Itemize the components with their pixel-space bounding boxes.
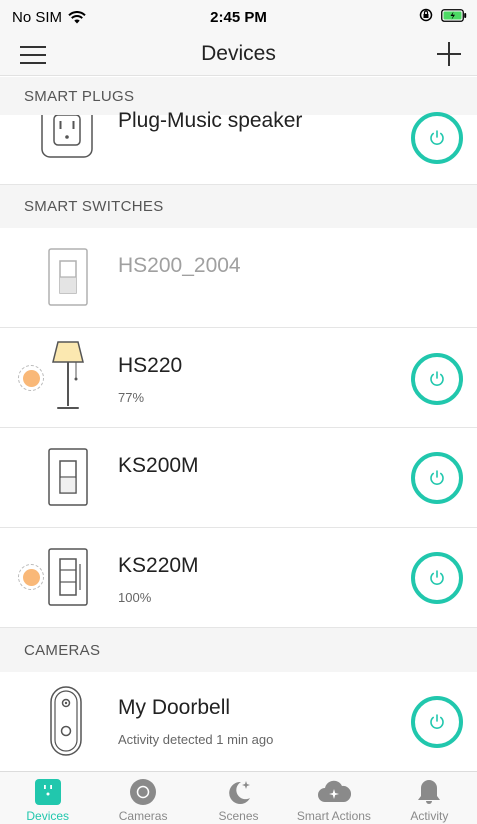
tab-smart-actions[interactable]: Smart Actions bbox=[286, 772, 381, 824]
tab-label: Activity bbox=[410, 809, 449, 823]
device-name: HS200_2004 bbox=[118, 254, 241, 277]
light-switch-icon bbox=[48, 448, 88, 506]
doorbell-status: Activity detected 1 min ago bbox=[118, 732, 274, 747]
power-toggle-button[interactable] bbox=[411, 552, 463, 604]
section-header-cameras: CAMERAS bbox=[0, 628, 477, 672]
status-bar: No SIM 2:45 PM bbox=[0, 0, 477, 34]
power-icon bbox=[430, 130, 444, 145]
tab-cameras[interactable]: Cameras bbox=[95, 772, 190, 824]
floor-lamp-icon bbox=[52, 341, 84, 409]
device-name: KS200M bbox=[118, 454, 199, 477]
device-name: HS220 bbox=[118, 354, 183, 377]
tab-bar: Devices Cameras Scenes Smart Actions Act… bbox=[0, 771, 477, 824]
brightness-indicator bbox=[18, 365, 44, 391]
section-header-smart-switches: SMART SWITCHES bbox=[0, 185, 477, 228]
orientation-lock-icon bbox=[419, 8, 433, 22]
power-toggle-button[interactable] bbox=[411, 112, 463, 164]
bell-icon bbox=[418, 780, 441, 804]
device-row-plug-music-speaker[interactable]: Plug-Music speaker bbox=[0, 109, 477, 185]
smart-plug-icon bbox=[41, 115, 93, 158]
device-row-ks220m[interactable]: KS220M 100% bbox=[0, 528, 477, 628]
power-toggle-button[interactable] bbox=[411, 696, 463, 748]
device-row-hs200[interactable]: HS200_2004 bbox=[0, 228, 477, 328]
smart-actions-icon bbox=[317, 780, 351, 802]
tab-devices[interactable]: Devices bbox=[0, 772, 95, 824]
device-name: KS220M bbox=[118, 554, 199, 577]
brightness-indicator bbox=[18, 564, 44, 590]
doorbell-icon bbox=[50, 686, 82, 756]
power-toggle-button[interactable] bbox=[411, 353, 463, 405]
tab-activity[interactable]: Activity bbox=[382, 772, 477, 824]
page-title: Devices bbox=[201, 42, 276, 65]
battery-icon bbox=[441, 8, 467, 22]
power-icon bbox=[430, 714, 444, 729]
tab-label: Cameras bbox=[118, 809, 168, 823]
add-device-icon[interactable] bbox=[433, 38, 465, 70]
dimmer-switch-icon bbox=[48, 548, 88, 606]
device-row-hs220[interactable]: HS220 77% bbox=[0, 328, 477, 428]
power-toggle-button[interactable] bbox=[411, 452, 463, 504]
scenes-icon bbox=[228, 781, 250, 804]
device-row-ks200m[interactable]: KS200M bbox=[0, 428, 477, 528]
device-name: Plug-Music speaker bbox=[118, 109, 303, 132]
brightness-value: 77% bbox=[118, 390, 145, 405]
power-icon bbox=[430, 371, 444, 386]
clock: 2:45 PM bbox=[210, 9, 267, 26]
device-row-my-doorbell[interactable]: My Doorbell Activity detected 1 min ago bbox=[0, 672, 477, 771]
devices-icon bbox=[34, 779, 61, 805]
power-icon bbox=[430, 570, 444, 585]
navigation-bar: Devices bbox=[0, 34, 477, 76]
camera-icon bbox=[130, 779, 157, 805]
tab-scenes[interactable]: Scenes bbox=[191, 772, 286, 824]
brightness-value: 100% bbox=[118, 590, 152, 605]
tab-label: Devices bbox=[26, 809, 70, 823]
device-name: My Doorbell bbox=[118, 696, 231, 719]
tab-label: Scenes bbox=[218, 809, 259, 823]
power-icon bbox=[430, 470, 444, 485]
light-switch-icon bbox=[48, 248, 88, 306]
tab-label: Smart Actions bbox=[296, 809, 371, 823]
